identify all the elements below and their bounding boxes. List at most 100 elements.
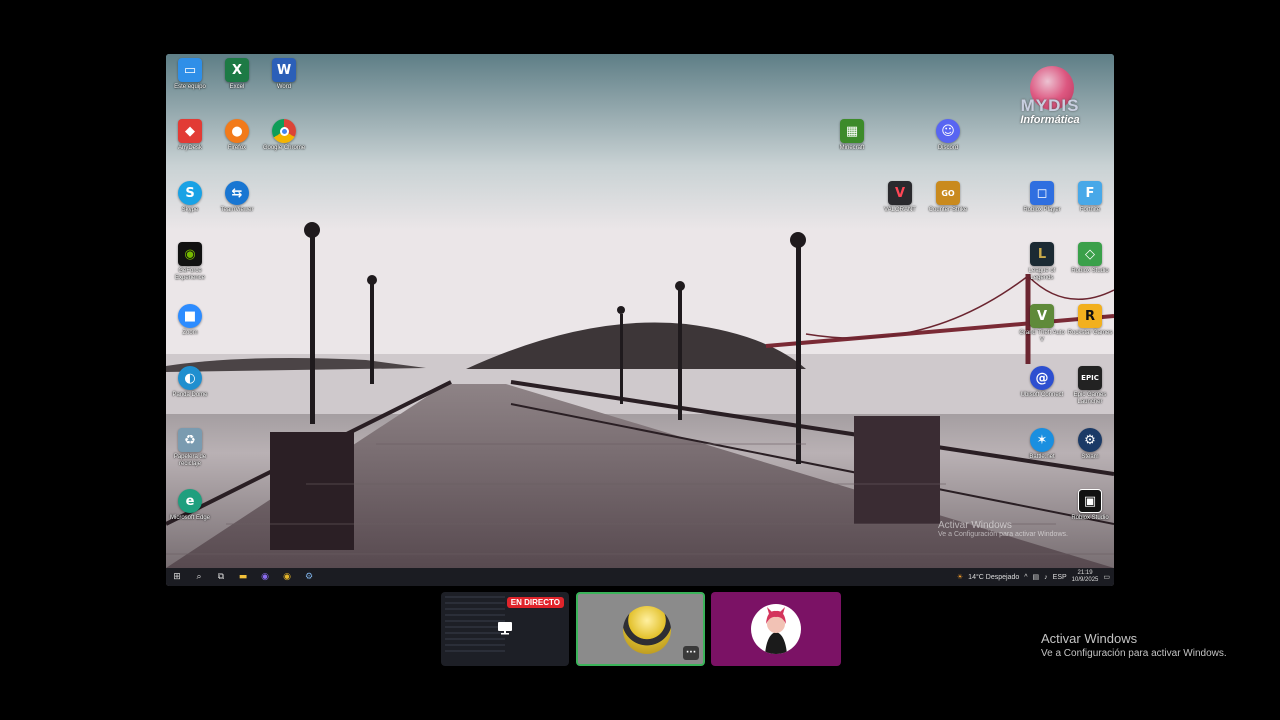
recycle-bin-icon: ♻ [178, 428, 202, 452]
desktop-icon-minecraft[interactable]: ▦ Minecraft [829, 119, 875, 152]
windows-icon: ⊞ [173, 572, 181, 582]
roblox-studio-icon: ◇ [1078, 242, 1102, 266]
battlenet-icon: ✶ [1030, 428, 1054, 452]
desktop-icon-valorant[interactable]: V VALORANT [877, 181, 923, 214]
participant-tile-other[interactable] [711, 592, 841, 666]
shared-screen[interactable]: ▭ Este equipo X Excel W Word ◆ AnyDesk ●… [166, 54, 1114, 586]
desktop-icon-recycle-bin[interactable]: ♻ Papelera de reciclaje [167, 428, 213, 468]
desktop-icon-zoom[interactable]: ■ Zoom [167, 304, 213, 337]
edge-icon: e [178, 489, 202, 513]
roblox-icon: ◻ [1030, 181, 1054, 205]
skype-icon: S [178, 181, 202, 205]
desktop-icon-epic-games[interactable]: EPIC Epic Games Launcher [1067, 366, 1113, 406]
avatar-minion [623, 606, 671, 654]
meeting-stage: ▭ Este equipo X Excel W Word ◆ AnyDesk ●… [0, 0, 1280, 720]
more-options-button[interactable]: ··· [683, 646, 699, 660]
discord-icon: ☺ [936, 119, 960, 143]
obs-icon: ◉ [261, 572, 269, 582]
nvidia-icon: ◉ [178, 242, 202, 266]
desktop-icon-geforce[interactable]: ◉ GeForce Experience [167, 242, 213, 282]
weather-text[interactable]: 14°C Despejado [968, 574, 1019, 581]
desktop-icon-discord[interactable]: ☺ Discord [925, 119, 971, 152]
desktop-icon-teamviewer[interactable]: ⇆ TeamViewer [214, 181, 260, 214]
folder-icon: ▬ [238, 572, 248, 582]
task-view-button[interactable]: ⧉ [210, 568, 232, 586]
language-indicator[interactable]: ESP [1053, 574, 1067, 581]
clock-date: 10/9/2025 [1071, 577, 1099, 583]
chrome-icon: ◉ [283, 572, 291, 582]
valorant-icon: V [888, 181, 912, 205]
desktop-icon-league[interactable]: L League of Legends [1019, 242, 1065, 282]
taskbar-steam[interactable]: ⚙ [298, 568, 320, 586]
excel-icon: X [225, 58, 249, 82]
firefox-icon: ● [225, 119, 249, 143]
logo-line2: Informática [1020, 114, 1080, 126]
monitor-icon [498, 622, 512, 635]
weather-icon: ☀ [956, 574, 964, 581]
live-badge: EN DIRECTO [506, 597, 564, 608]
logo-line1: MYDIS [1020, 96, 1080, 115]
participant-tile-self[interactable]: ··· [576, 592, 705, 666]
desktop-icon-skype[interactable]: S Skype [167, 181, 213, 214]
desktop-icon-steam[interactable]: ⚙ Steam [1067, 428, 1113, 461]
mydis-logo: MYDIS Informática [1004, 66, 1096, 128]
desktop-icon-roblox[interactable]: ◻ Roblox Player [1019, 181, 1065, 214]
taskbar: ⊞ ⌕ ⧉ ▬ ◉ ◉ ⚙ ☀ 14°C Despejado ^ ▤ ♪ ESP… [166, 568, 1114, 586]
taskbar-explorer[interactable]: ▬ [232, 568, 254, 586]
participant-tile-screen-share[interactable]: EN DIRECTO [441, 592, 569, 666]
search-button[interactable]: ⌕ [188, 568, 210, 586]
share-preview [445, 596, 505, 656]
roblox-studio-mode-icon: ▣ [1078, 489, 1102, 513]
character-illustration [765, 607, 787, 654]
league-icon: L [1030, 242, 1054, 266]
zoom-icon: ■ [178, 304, 202, 328]
desktop-icon-firefox[interactable]: ● Firefox [214, 119, 260, 152]
panda-icon: ◐ [178, 366, 202, 390]
anydesk-icon: ◆ [178, 119, 202, 143]
network-icon[interactable]: ▤ [1033, 573, 1040, 581]
fortnite-icon: F [1078, 181, 1102, 205]
desktop-icon-ubisoft[interactable]: @ Ubisoft Connect [1019, 366, 1065, 399]
desktop-icon-anydesk[interactable]: ◆ AnyDesk [167, 119, 213, 152]
gta-icon: V [1030, 304, 1054, 328]
desktop-icon-roblox-studio-mode[interactable]: ▣ Roblox Studio [1067, 489, 1113, 522]
desktop-icon-este-equipo[interactable]: ▭ Este equipo [167, 58, 213, 91]
steam-icon: ⚙ [1078, 428, 1102, 452]
desktop-icon-excel[interactable]: X Excel [214, 58, 260, 91]
search-icon: ⌕ [196, 572, 202, 582]
clock-time: 21:19 [1077, 570, 1093, 576]
volume-icon[interactable]: ♪ [1044, 574, 1048, 581]
desktop-icon-counter-strike[interactable]: GO Counter-Strike [925, 181, 971, 214]
taskbar-obs[interactable]: ◉ [254, 568, 276, 586]
desktop-icon-gta[interactable]: V Grand Theft Auto V [1019, 304, 1065, 344]
desktop-icon-word[interactable]: W Word [261, 58, 307, 91]
word-icon: W [272, 58, 296, 82]
desktop-wallpaper [166, 54, 1114, 568]
chevron-up-icon[interactable]: ^ [1024, 574, 1027, 581]
minecraft-icon: ▦ [840, 119, 864, 143]
activate-windows-watermark: Activar Windows Ve a Configuración para … [1041, 631, 1227, 659]
task-view-icon: ⧉ [217, 572, 225, 582]
avatar-character [751, 604, 801, 654]
desktop-icon-edge[interactable]: e Microsoft Edge [167, 489, 213, 522]
activate-windows-watermark-inner: Activar Windows Ve a Configuración para … [938, 520, 1068, 538]
desktop-icon-rockstar[interactable]: R Rockstar Games [1067, 304, 1113, 337]
rockstar-icon: R [1078, 304, 1102, 328]
system-tray: ☀ 14°C Despejado ^ ▤ ♪ ESP 21:19 10/9/20… [957, 568, 1110, 586]
desktop-icon-battlenet[interactable]: ✶ Battle.net [1019, 428, 1065, 461]
chrome-icon [272, 119, 296, 143]
desktop-icon-panda[interactable]: ◐ Panda Dome [167, 366, 213, 399]
desktop-icon-roblox-studio[interactable]: ◇ Roblox Studio [1067, 242, 1113, 275]
computer-icon: ▭ [178, 58, 202, 82]
notification-icon[interactable]: ▭ [1103, 573, 1110, 581]
epic-games-icon: EPIC [1078, 366, 1102, 390]
clock[interactable]: 21:19 10/9/2025 [1072, 570, 1099, 584]
steam-icon: ⚙ [304, 572, 314, 582]
counter-strike-icon: GO [936, 181, 960, 205]
teamviewer-icon: ⇆ [225, 181, 249, 205]
desktop-icon-chrome[interactable]: Google Chrome [261, 119, 307, 152]
taskbar-chrome[interactable]: ◉ [276, 568, 298, 586]
desktop-icon-fortnite[interactable]: F Fortnite [1067, 181, 1113, 214]
ubisoft-icon: @ [1030, 366, 1054, 390]
start-button[interactable]: ⊞ [166, 568, 188, 586]
